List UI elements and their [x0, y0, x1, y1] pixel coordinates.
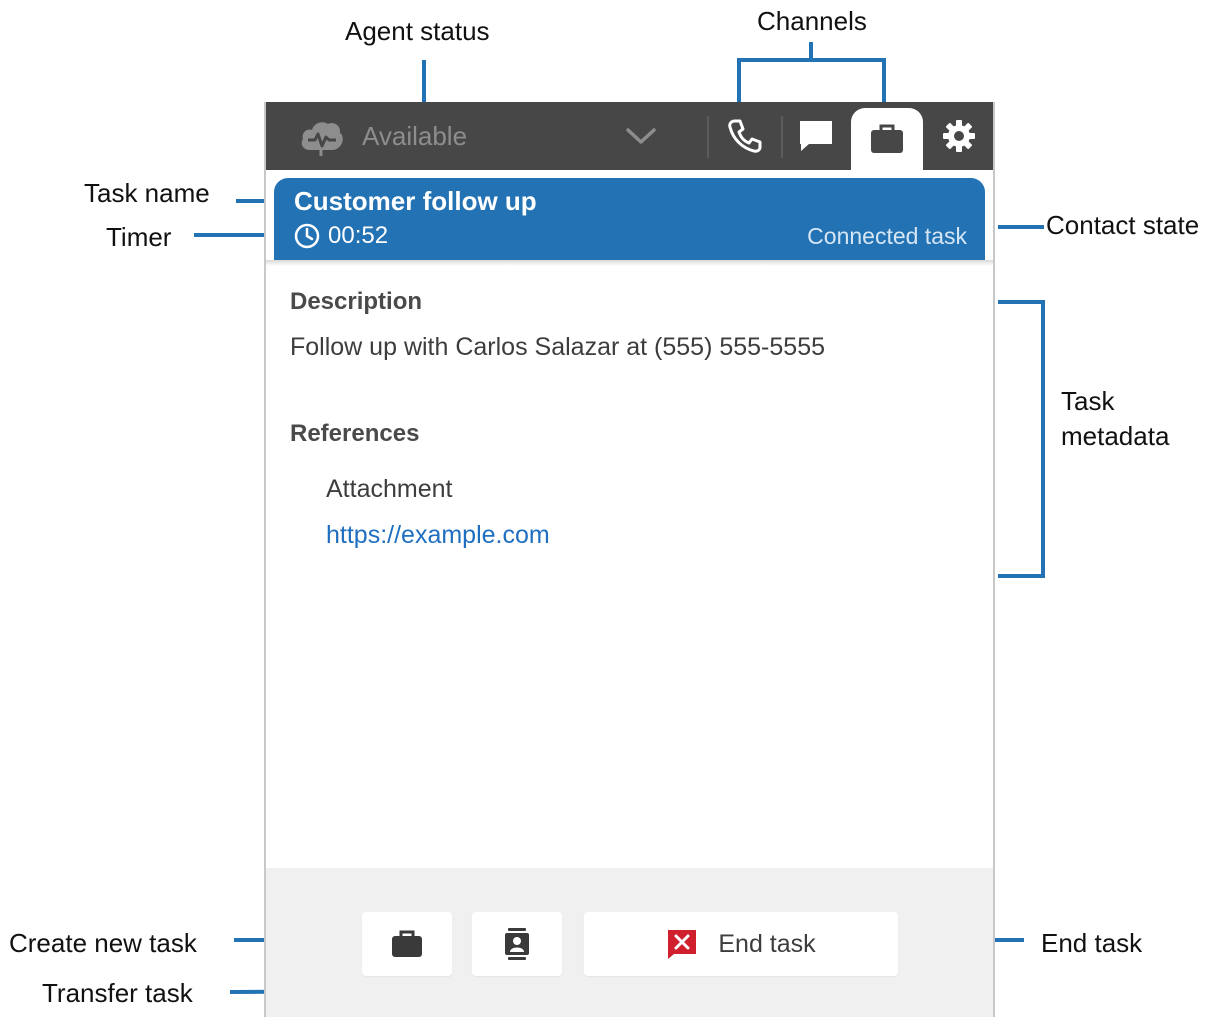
contact-control-panel: Available Customer follow up 00:52 Conne…: [264, 102, 995, 1017]
end-task-icon: [668, 930, 697, 959]
annotation-task-metadata: Task metadata: [1061, 386, 1169, 452]
annotation-task-metadata-line2: metadata: [1061, 421, 1170, 452]
annotation-timer: Timer: [106, 222, 172, 252]
contact-header: Customer follow up 00:52 Connected task: [274, 178, 985, 260]
task-channel-button[interactable]: [851, 108, 923, 170]
references-title: References: [290, 420, 420, 447]
annotation-end-task: End task: [1041, 928, 1143, 958]
reference-link[interactable]: https://example.com: [326, 521, 550, 550]
end-task-button[interactable]: End task: [584, 912, 898, 976]
settings-button[interactable]: [924, 102, 994, 170]
annotation-task-metadata-line1: Task: [1061, 386, 1115, 416]
cloud-status-icon: [301, 122, 343, 156]
transfer-task-button[interactable]: [472, 912, 562, 976]
chevron-down-icon[interactable]: [624, 124, 658, 148]
annotation-agent-status: Agent status: [345, 16, 490, 46]
timer-value: 00:52: [328, 222, 389, 249]
create-task-button[interactable]: [362, 912, 452, 976]
annotation-transfer-task: Transfer task: [42, 978, 193, 1008]
annotation-contact-state: Contact state: [1046, 210, 1200, 240]
contact-header-shadow: [266, 260, 993, 266]
chat-channel-button[interactable]: [781, 102, 851, 170]
phone-icon: [728, 119, 762, 153]
gear-icon: [943, 120, 975, 152]
reference-name: Attachment: [326, 475, 453, 503]
agent-status-dropdown[interactable]: Available: [298, 102, 467, 170]
annotation-create-new-task: Create new task: [9, 928, 197, 958]
briefcase-icon: [392, 930, 422, 957]
footer-actions: End task: [266, 868, 993, 1017]
agent-status-label: Available: [362, 120, 468, 151]
phone-channel-button[interactable]: [710, 102, 780, 170]
clock-icon: [294, 223, 320, 249]
top-bar: Available: [266, 102, 993, 170]
description-text: Follow up with Carlos Salazar at (555) 5…: [290, 333, 825, 361]
annotation-channels: Channels: [757, 6, 867, 36]
end-task-label: End task: [718, 929, 816, 958]
contact-state: Connected task: [807, 223, 967, 249]
toolbar-divider: [707, 116, 709, 158]
contact-card-icon: [505, 928, 529, 960]
annotation-task-name: Task name: [84, 178, 210, 208]
description-title: Description: [290, 288, 423, 315]
briefcase-icon: [871, 124, 903, 153]
contact-timer: 00:52: [294, 222, 388, 250]
task-name: Customer follow up: [294, 186, 537, 216]
chat-icon: [800, 121, 832, 151]
